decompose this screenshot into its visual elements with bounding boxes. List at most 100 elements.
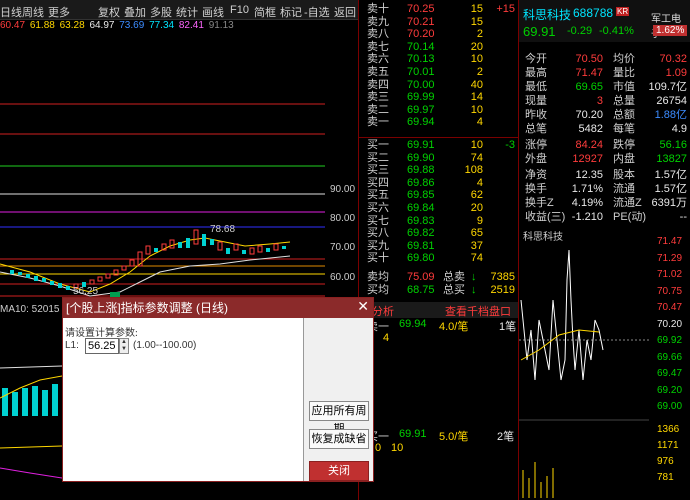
avg-label: 卖均 (367, 271, 389, 283)
axis-label: 69.92 (657, 335, 683, 346)
bid-row[interactable]: 买一 69.91 10 -3 (359, 139, 519, 151)
dialog-title[interactable]: [个股上涨]指标参数调整 (日线) (63, 298, 373, 318)
indicator-param-dialog[interactable]: [个股上涨]指标参数调整 (日线) ✕ 请设置计算参数: L1: ▲ ▼ (1.… (62, 297, 374, 482)
stat-key: 换手Z (525, 197, 554, 209)
volume-chart (0, 365, 62, 479)
bid-row[interactable]: 买六 69.84 20 (359, 202, 519, 214)
trade1-detail: 4.0/笔 (439, 321, 469, 333)
chevron-up-icon[interactable]: ▲ (120, 339, 128, 346)
stat-value: 13827 (656, 153, 687, 165)
trade1-count: 1笔 (499, 321, 517, 333)
bid-row[interactable]: 买十 69.80 74 (359, 252, 519, 264)
level-label: 卖五 (367, 66, 389, 78)
button-simple-frame[interactable]: 简框 (254, 4, 276, 20)
bid-row[interactable]: 买八 69.82 65 (359, 227, 519, 239)
intraday-chart[interactable] (519, 240, 649, 500)
level-label: 卖十 (367, 3, 389, 15)
stat-key: PE(动) (613, 211, 646, 223)
ask-row[interactable]: 卖四 70.00 40 (359, 79, 519, 91)
button-fuquan[interactable]: 复权 (98, 4, 120, 20)
stat-value: 4.19% (571, 197, 603, 209)
button-back[interactable]: 返回 (334, 4, 356, 20)
bid-row[interactable]: 买九 69.81 37 (359, 240, 519, 252)
button-watchlist[interactable]: -自选 (304, 4, 330, 20)
ask-row[interactable]: 卖五 70.01 2 (359, 66, 519, 78)
axis-label: 70.20 (657, 318, 683, 330)
param-label: L1: (65, 340, 79, 351)
chevron-down-icon[interactable]: ▼ (120, 346, 128, 353)
level-volume: 74 (470, 151, 483, 164)
stat-row: 最高 71.47 量比 1.09 (519, 66, 690, 80)
bid-row[interactable]: 买四 69.86 4 (359, 177, 519, 189)
level-label: 卖九 (367, 15, 389, 28)
button-f10[interactable]: F10 (230, 4, 249, 16)
ask-row[interactable]: 卖八 70.20 2 (359, 28, 519, 40)
stat-value: 1.09 (665, 67, 687, 79)
apply-all-periods-button[interactable]: 应用所有周期 (309, 401, 369, 435)
ask-row[interactable]: 卖六 70.13 10 (359, 53, 519, 65)
level-price: 69.99 (407, 91, 435, 104)
close-icon[interactable]: ✕ (357, 298, 369, 315)
ma-legend: 60.47 61.88 63.28 64.97 73.69 77.34 82.4… (0, 20, 358, 34)
bid-row[interactable]: 买三 69.88 108 (359, 164, 519, 176)
bid-row[interactable]: 买七 69.83 9 (359, 215, 519, 227)
stat-row: 现量 3 总量 26754 (519, 94, 690, 108)
stat-value: 6391万 (651, 197, 687, 209)
stock-change: -0.29 (567, 25, 593, 37)
param-input[interactable] (85, 338, 119, 354)
level-label: 买十 (367, 252, 389, 265)
stat-row: 外盘 12927 内盘 13827 (519, 152, 690, 166)
stat-value: -- (679, 211, 687, 223)
stat-value: 84.24 (575, 139, 603, 151)
button-stats[interactable]: 统计 (176, 4, 198, 20)
level-volume: 2 (476, 28, 483, 41)
stat-value: 1.88亿 (654, 109, 687, 121)
level-volume: 62 (470, 189, 483, 202)
ask-row[interactable]: 卖二 69.97 10 (359, 104, 519, 116)
bid-row[interactable]: 买五 69.85 62 (359, 189, 519, 201)
ask-row[interactable]: 卖九 70.21 15 (359, 16, 519, 28)
axis-label: 71.02 (657, 269, 683, 280)
stock-code: 688788 (573, 6, 614, 20)
level-volume: 37 (470, 239, 483, 252)
ask-row[interactable]: 卖七 70.14 20 (359, 41, 519, 53)
button-draw[interactable]: 画线 (202, 4, 224, 20)
level-price: 69.82 (407, 227, 435, 240)
param-stepper[interactable]: ▲ ▼ (119, 338, 129, 354)
tab-thousand-depth[interactable]: 查看千档盘口 (445, 303, 511, 319)
stat-value: 70.32 (659, 53, 687, 65)
stat-row: 昨收 70.20 总额 1.88亿 (519, 108, 690, 122)
button-multi-stock[interactable]: 多股 (150, 4, 172, 20)
button-overlay[interactable]: 叠加 (124, 4, 146, 20)
level-volume: 15 (470, 15, 483, 28)
stat-value: 12.35 (575, 169, 603, 181)
trade2-count: 2笔 (497, 431, 515, 443)
tab-weekly[interactable]: 周线 (22, 4, 44, 20)
axis-label: 976 (657, 456, 674, 467)
level-price: 69.97 (407, 103, 435, 116)
level-label: 买三 (367, 164, 389, 177)
axis-label: 69.47 (657, 368, 683, 379)
level-label: 买九 (367, 239, 389, 252)
button-mark[interactable]: 标记 (280, 4, 302, 20)
close-button[interactable]: 关闭 (309, 461, 369, 481)
bid-row[interactable]: 买二 69.90 74 (359, 152, 519, 164)
tab-daily[interactable]: 日线 (0, 4, 22, 20)
level-price: 69.85 (407, 189, 435, 202)
level-price: 69.88 (407, 164, 435, 177)
restore-default-button[interactable]: 恢复成缺省 (309, 429, 369, 449)
level-label: 卖八 (367, 28, 389, 41)
stat-value: 3 (596, 95, 603, 107)
tab-more[interactable]: 更多 (48, 4, 70, 20)
stat-value: 56.16 (659, 139, 687, 151)
stat-row: 总笔 5482 每笔 4.9 (519, 122, 690, 136)
stat-key: 今开 (525, 53, 547, 65)
ask-row[interactable]: 卖三 69.99 14 (359, 91, 519, 103)
ma-value: 63.28 (59, 20, 85, 31)
ask-row[interactable]: 卖十 70.25 15 +15 (359, 3, 519, 15)
price-axis: 90.00 80.00 70.00 60.00 (325, 34, 358, 304)
ask-row[interactable]: 卖一 69.94 4 (359, 116, 519, 128)
stat-key: 总额 (613, 109, 635, 121)
high-price-label: 78.68 (210, 224, 235, 235)
kline-chart[interactable]: 78.68 56.25 (0, 34, 358, 304)
